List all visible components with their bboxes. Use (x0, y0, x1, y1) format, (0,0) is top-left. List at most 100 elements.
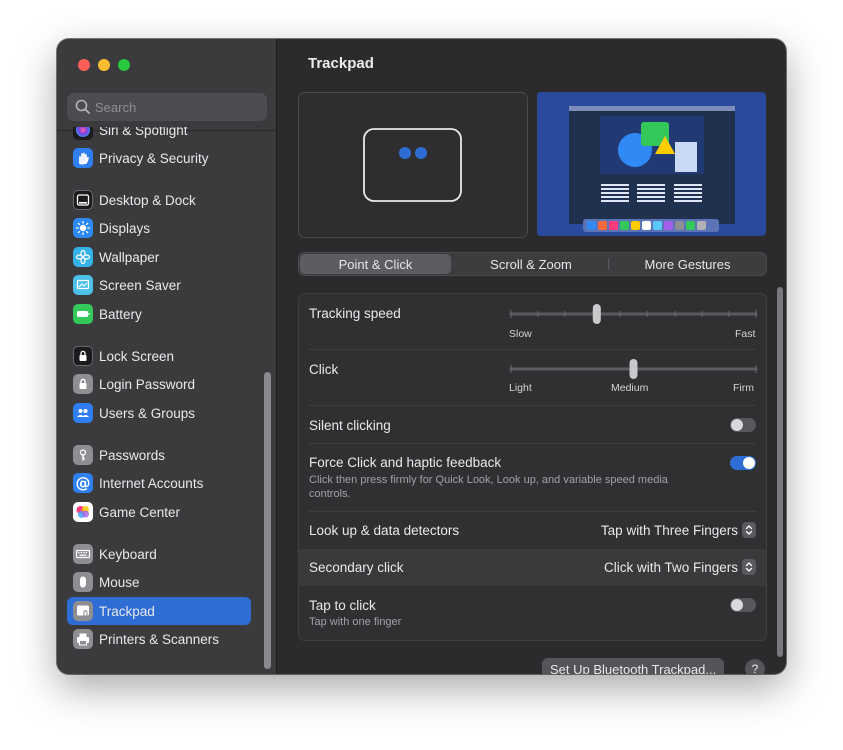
sidebar-item-label: Desktop & Dock (99, 192, 196, 208)
slider-medium-label: Medium (611, 382, 649, 394)
force-click-description: Click then press firmly for Quick Look, … (309, 474, 668, 500)
silent-clicking-toggle[interactable] (730, 418, 756, 432)
trackpad-icon (73, 601, 93, 621)
sidebar-item-users-groups[interactable]: Users & Groups (67, 399, 251, 427)
tab-divider (608, 258, 609, 270)
sidebar-item-desktop-dock[interactable]: Desktop & Dock (67, 186, 251, 214)
slider-min-label: Slow (509, 328, 532, 340)
sidebar-item-displays[interactable]: Displays (67, 214, 251, 242)
toggle-knob (731, 599, 743, 611)
zoom-button[interactable] (118, 59, 130, 71)
silent-clicking-label: Silent clicking (309, 418, 391, 433)
desktop-illustration (537, 92, 766, 236)
page-title: Trackpad (308, 55, 374, 72)
search-input[interactable] (95, 99, 255, 115)
sidebar-item-label: Displays (99, 220, 151, 236)
tracking-speed-label: Tracking speed (309, 306, 401, 321)
tap-to-click-label: Tap to click (309, 598, 376, 613)
click-label: Click (309, 362, 339, 377)
click-pressure-slider[interactable] (509, 358, 758, 380)
tap-to-click-toggle[interactable] (730, 598, 756, 612)
minimize-button[interactable] (98, 59, 110, 71)
sidebar-item-label: Game Center (99, 504, 181, 520)
sidebar-item-label: Battery (99, 306, 142, 322)
toggle-knob (743, 457, 755, 469)
sidebar-item-label: Keyboard (99, 546, 157, 562)
sidebar-item-printers-scanners[interactable]: Printers & Scanners (67, 625, 251, 653)
game-center-icon (73, 502, 93, 522)
window-controls (78, 59, 130, 71)
at-icon: @ (73, 473, 93, 493)
secondary-click-popup[interactable]: Click with Two Fingers (604, 559, 756, 575)
sidebar-item-label: Printers & Scanners (99, 631, 220, 647)
sidebar-item-privacy-security[interactable]: Privacy & Security (67, 144, 251, 172)
gesture-video-preview (537, 92, 766, 236)
key-icon (73, 445, 93, 465)
row-divider (309, 443, 756, 444)
sidebar: Siri & Spotlight Privacy & Security Desk… (57, 39, 277, 674)
help-button[interactable]: ? (745, 659, 765, 674)
sidebar-item-label: Internet Accounts (99, 475, 204, 491)
battery-icon (73, 304, 93, 324)
search-field[interactable] (67, 93, 267, 121)
sidebar-item-label: Siri & Spotlight (99, 127, 188, 138)
printer-icon (73, 629, 93, 649)
chevron-updown-icon (742, 522, 756, 538)
tab-point-click[interactable]: Point & Click (300, 254, 451, 274)
lock-icon (73, 346, 93, 366)
siri-icon (73, 127, 93, 140)
row-divider (309, 405, 756, 406)
bluetooth-trackpad-button[interactable]: Set Up Bluetooth Trackpad... (542, 658, 725, 674)
trackpad-preview (298, 92, 528, 238)
sidebar-item-label: Lock Screen (99, 348, 175, 364)
slider-max-label: Fast (735, 328, 756, 340)
sidebar-item-label: Users & Groups (99, 405, 196, 421)
sidebar-item-mouse[interactable]: Mouse (67, 568, 251, 596)
sidebar-item-lock-screen[interactable]: Lock Screen (67, 342, 251, 370)
click-pressure-knob (629, 359, 638, 379)
hand-icon (73, 148, 93, 168)
sun-icon (73, 218, 93, 238)
look-up-label: Look up & data detectors (309, 523, 460, 538)
sidebar-scrollbar[interactable] (264, 372, 271, 669)
tab-more-gestures[interactable]: More Gestures (610, 253, 765, 275)
keyboard-icon (73, 544, 93, 564)
dock-icon (73, 190, 93, 210)
sidebar-item-game-center[interactable]: Game Center (67, 498, 251, 526)
main-scrollbar[interactable] (777, 287, 783, 657)
sidebar-item-label: Passwords (99, 447, 166, 463)
sidebar-item-keyboard[interactable]: Keyboard (67, 540, 251, 568)
force-click-toggle[interactable] (730, 456, 756, 470)
sidebar-item-label: Mouse (99, 574, 140, 590)
close-button[interactable] (78, 59, 90, 71)
trackpad-illustration (363, 128, 462, 202)
sidebar-item-internet-accounts[interactable]: @ Internet Accounts (67, 469, 251, 497)
chevron-updown-icon (742, 559, 756, 575)
sidebar-item-login-password[interactable]: Login Password (67, 370, 251, 398)
sidebar-item-label: Trackpad (99, 603, 155, 619)
look-up-popup[interactable]: Tap with Three Fingers (601, 522, 756, 538)
tracking-speed-knob (592, 304, 601, 324)
sidebar-item-screen-saver[interactable]: Screen Saver (67, 271, 251, 299)
sidebar-item-label: Privacy & Security (99, 150, 209, 166)
search-icon (75, 99, 90, 114)
users-icon (73, 403, 93, 423)
sidebar-item-wallpaper[interactable]: Wallpaper (67, 243, 251, 271)
sidebar-item-label: Screen Saver (99, 277, 181, 293)
sidebar-item-passwords[interactable]: Passwords (67, 441, 251, 469)
sidebar-list: Siri & Spotlight Privacy & Security Desk… (67, 127, 251, 674)
screen-saver-icon (73, 275, 93, 295)
sidebar-item-trackpad[interactable]: Trackpad (67, 597, 251, 625)
tab-scroll-zoom[interactable]: Scroll & Zoom (455, 253, 607, 275)
main-pane: Trackpad Point & Click Scroll & Zoom Mor… (277, 39, 786, 674)
toggle-knob (731, 419, 743, 431)
lock-icon (73, 374, 93, 394)
tracking-speed-slider[interactable] (509, 303, 758, 325)
flower-icon (73, 247, 93, 267)
tab-bar: Point & Click Scroll & Zoom More Gesture… (298, 252, 767, 276)
settings-window: Siri & Spotlight Privacy & Security Desk… (57, 39, 786, 674)
sidebar-item-siri-spotlight[interactable]: Siri & Spotlight (67, 127, 251, 144)
tap-to-click-description: Tap with one finger (309, 616, 402, 628)
sidebar-item-battery[interactable]: Battery (67, 300, 251, 328)
sidebar-item-label: Wallpaper (99, 249, 160, 265)
